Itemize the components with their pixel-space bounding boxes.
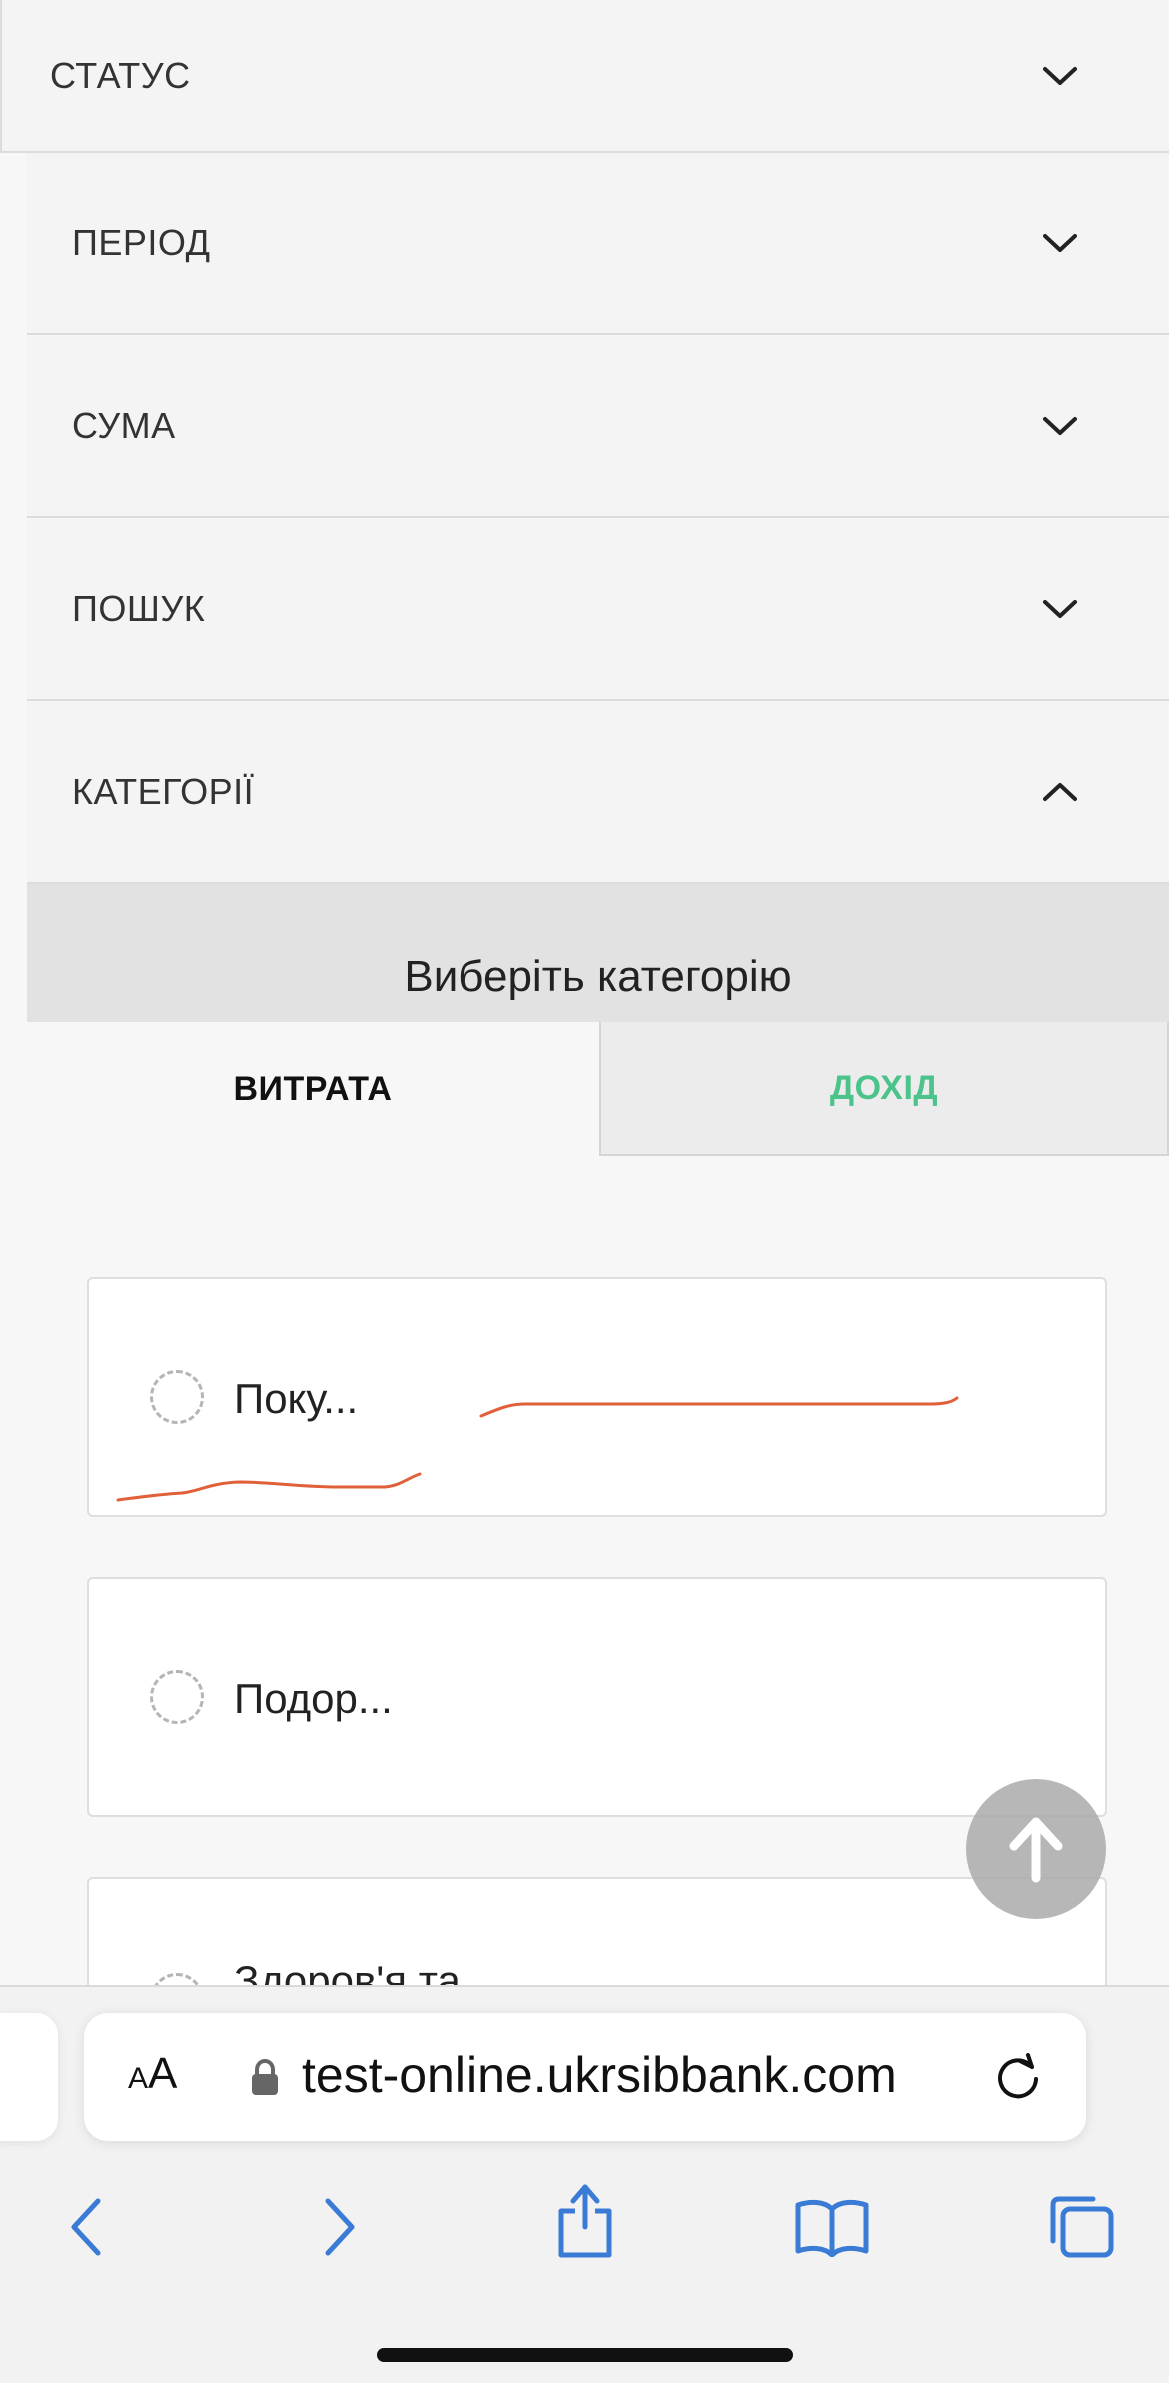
- reload-icon[interactable]: [992, 2051, 1044, 2103]
- category-item-label: Подор...: [234, 1675, 393, 1722]
- filter-period-label: ПЕРІОД: [72, 222, 211, 263]
- book-icon: [795, 2199, 869, 2257]
- content-area: СТАТУС ПЕРІОД СУМА ПОШУК КАТЕГОРІЇ Вибер…: [0, 0, 1169, 1985]
- url-text: test-online.ukrsibbank.com: [302, 2047, 897, 2103]
- category-item-label: Поку...: [234, 1375, 359, 1422]
- bookmarks-button[interactable]: [792, 2187, 872, 2267]
- category-picker-header: Виберіть категорію: [27, 884, 1169, 1022]
- category-item[interactable]: Подор...: [87, 1577, 1107, 1817]
- chevron-right-icon: [325, 2198, 355, 2256]
- category-item-label: Здоров'я та: [234, 1957, 461, 1985]
- chevron-left-icon: [71, 2198, 101, 2256]
- category-picker-title: Виберіть категорію: [404, 952, 792, 1001]
- category-item[interactable]: Здоров'я та: [87, 1877, 1107, 1985]
- filter-amount[interactable]: СУМА: [27, 336, 1169, 518]
- scroll-to-top-button[interactable]: [966, 1779, 1106, 1919]
- filter-categories-label: КАТЕГОРІЇ: [72, 771, 255, 812]
- radio-icon[interactable]: [150, 1370, 204, 1424]
- chevron-down-icon: [1042, 597, 1078, 621]
- text-size-small-glyph: A: [128, 2062, 149, 2095]
- tab-expense[interactable]: ВИТРАТА: [27, 1022, 599, 1156]
- filter-categories[interactable]: КАТЕГОРІЇ: [27, 702, 1169, 884]
- filter-status-label: СТАТУС: [50, 54, 191, 96]
- text-size-big-glyph: A: [148, 2049, 178, 2098]
- category-item[interactable]: Поку...: [87, 1277, 1107, 1517]
- tab-income[interactable]: ДОХІД: [599, 1022, 1169, 1156]
- filter-period[interactable]: ПЕРІОД: [27, 153, 1169, 335]
- chevron-down-icon: [1042, 231, 1078, 255]
- filter-search-label: ПОШУК: [72, 588, 206, 629]
- forward-button[interactable]: [300, 2187, 380, 2267]
- chevron-down-icon: [1042, 414, 1078, 438]
- arrow-up-icon: [1009, 1817, 1063, 1883]
- tabs-button[interactable]: [1040, 2187, 1120, 2267]
- address-bar[interactable]: A A test-online.ukrsibbank.com: [84, 2013, 1086, 2141]
- filter-status[interactable]: СТАТУС: [0, 0, 1169, 153]
- radio-icon[interactable]: [150, 1973, 204, 1985]
- browser-toolbar: A A test-online.ukrsibbank.com: [0, 1985, 1169, 2383]
- share-button[interactable]: [545, 2179, 625, 2259]
- chevron-up-icon: [1042, 780, 1078, 804]
- filter-search[interactable]: ПОШУК: [27, 519, 1169, 701]
- home-indicator: [377, 2348, 793, 2362]
- radio-icon[interactable]: [150, 1670, 204, 1724]
- share-icon: [558, 2184, 612, 2258]
- text-size-button[interactable]: A A: [128, 2049, 177, 2109]
- previous-tab-pill[interactable]: [0, 2013, 58, 2141]
- tabs-icon: [1050, 2196, 1114, 2258]
- page: СТАТУС ПЕРІОД СУМА ПОШУК КАТЕГОРІЇ Вибер…: [0, 0, 1169, 2383]
- chevron-down-icon: [1042, 64, 1078, 88]
- filter-amount-label: СУМА: [72, 405, 176, 446]
- lock-icon: [252, 2059, 278, 2095]
- back-button[interactable]: [46, 2187, 126, 2267]
